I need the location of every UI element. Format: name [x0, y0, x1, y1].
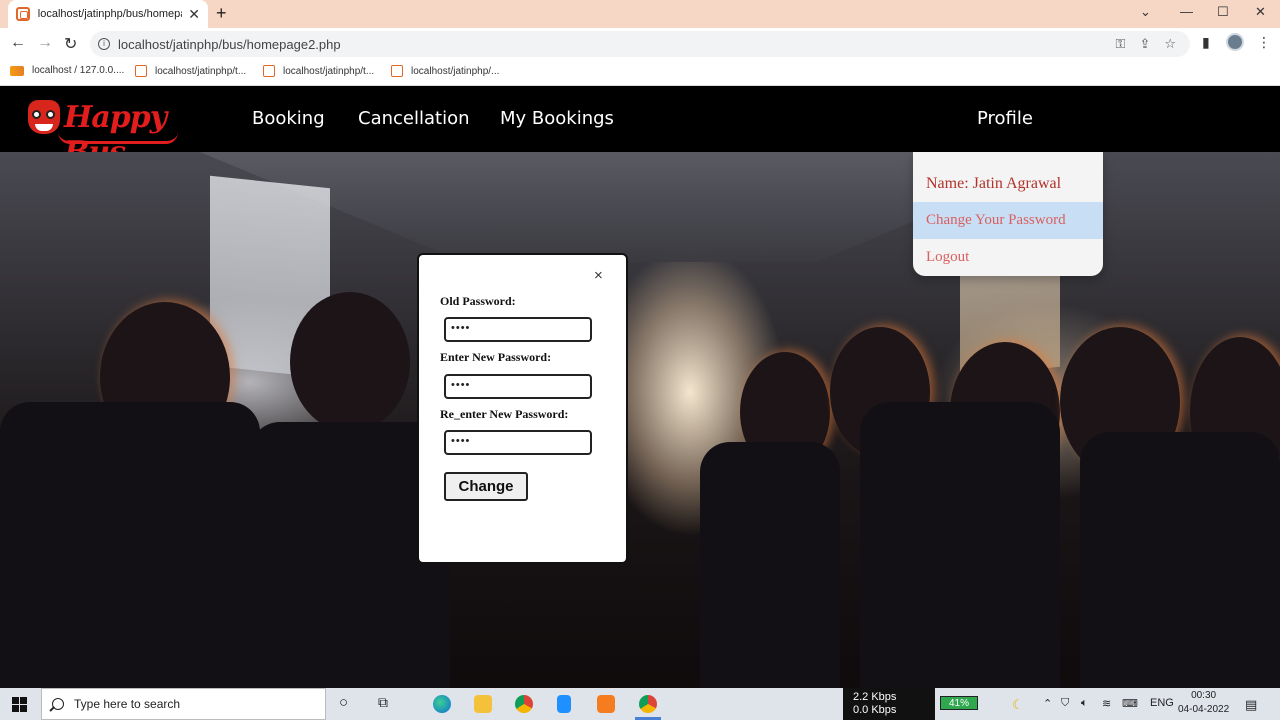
browser-tab[interactable]: localhost/jatinphp/bus/homepage ✕: [8, 0, 208, 28]
network-speed-widget: 2.2 Kbps 0.0 Kbps: [843, 688, 935, 720]
bookmark-label: localhost/jatinphp/t...: [283, 65, 375, 77]
cortana-icon[interactable]: ○: [339, 694, 348, 711]
menu-icon[interactable]: ⋮: [1257, 34, 1271, 51]
windows-start-icon[interactable]: [12, 697, 27, 712]
clock-date: 04-04-2022: [1178, 704, 1230, 715]
edge-icon[interactable]: [433, 695, 451, 713]
bookmark-label: localhost/jatinphp/...: [411, 65, 500, 77]
search-placeholder: Type here to search: [74, 697, 181, 711]
tab-title: localhost/jatinphp/bus/homepage: [37, 8, 183, 20]
change-button[interactable]: Change: [444, 472, 528, 501]
new-password-input[interactable]: ••••: [444, 374, 592, 399]
clock[interactable]: 00:30 04-04-2022: [1178, 689, 1229, 717]
new-tab-button[interactable]: +: [216, 3, 227, 24]
reenter-password-label: Re_enter New Password:: [440, 407, 569, 421]
tab-search-icon[interactable]: ⌄: [1140, 4, 1151, 20]
volume-icon[interactable]: 🔈︎: [1081, 697, 1088, 710]
xampp-icon: [263, 65, 275, 77]
close-tab-icon[interactable]: ✕: [188, 6, 200, 23]
url-text: localhost/jatinphp/bus/homepage2.php: [118, 36, 341, 52]
bookmark-item[interactable]: localhost/jatinphp/t...: [135, 65, 246, 77]
store-icon[interactable]: [557, 695, 571, 713]
address-bar[interactable]: i localhost/jatinphp/bus/homepage2.php ⚿…: [90, 31, 1190, 57]
key-icon[interactable]: ⚿: [1116, 36, 1126, 52]
site-info-icon[interactable]: i: [98, 38, 110, 50]
change-password-link[interactable]: Change Your Password: [913, 202, 1103, 239]
close-icon[interactable]: ×: [594, 268, 603, 283]
night-light-icon[interactable]: ☾: [1012, 697, 1024, 713]
chrome-active-icon[interactable]: [639, 695, 657, 713]
notifications-icon[interactable]: ▤: [1245, 697, 1257, 713]
net-up: 2.2 Kbps: [853, 691, 897, 703]
search-icon: [52, 698, 64, 710]
close-window-icon[interactable]: ✕: [1255, 4, 1266, 20]
battery-indicator[interactable]: 41%: [940, 696, 978, 710]
old-password-label: Old Password:: [440, 294, 516, 308]
forward-icon[interactable]: →: [37, 34, 53, 52]
profile-name: Name: Jatin Agrawal: [926, 174, 1062, 192]
language-indicator[interactable]: ENG: [1150, 697, 1174, 709]
taskbar-search[interactable]: Type here to search: [41, 688, 326, 720]
bookmark-item[interactable]: localhost/jatinphp/...: [391, 65, 499, 77]
reload-icon[interactable]: ↻: [64, 34, 77, 54]
xampp-icon[interactable]: [597, 695, 615, 713]
nav-booking[interactable]: Booking: [252, 108, 325, 129]
maximize-icon[interactable]: ☐: [1217, 4, 1229, 20]
nav-cancellation[interactable]: Cancellation: [358, 108, 470, 129]
minimize-icon[interactable]: —: [1180, 4, 1193, 19]
bookmarks-bar: localhost / 127.0.0.... localhost/jatinp…: [0, 60, 1280, 86]
wifi-icon[interactable]: ≋: [1102, 697, 1111, 710]
phpmyadmin-icon: [10, 65, 24, 76]
security-icon[interactable]: ⛉: [1061, 697, 1069, 710]
bookmark-label: localhost/jatinphp/t...: [155, 65, 247, 77]
browser-tab-bar: localhost/jatinphp/bus/homepage ✕ + ⌄ — …: [0, 0, 1280, 28]
bookmark-item[interactable]: localhost/jatinphp/t...: [263, 65, 374, 77]
bookmark-star-icon[interactable]: ☆: [1164, 36, 1176, 52]
happy-bus-logo[interactable]: Happy Bus: [28, 94, 208, 170]
chevron-up-icon[interactable]: ⌃: [1043, 697, 1052, 710]
address-toolbar: ← → ↻ i localhost/jatinphp/bus/homepage2…: [0, 28, 1280, 60]
net-down: 0.0 Kbps: [853, 704, 897, 716]
logout-link[interactable]: Logout: [913, 239, 1103, 276]
profile-avatar[interactable]: [1226, 33, 1244, 51]
clock-time: 00:30: [1191, 690, 1217, 701]
new-password-label: Enter New Password:: [440, 350, 552, 364]
bookmark-item[interactable]: localhost / 127.0.0....: [10, 65, 124, 76]
bookmark-label: localhost / 127.0.0....: [32, 65, 125, 76]
back-icon[interactable]: ←: [10, 34, 26, 52]
logo-swoosh: [58, 132, 178, 144]
site-navbar: Happy Bus Booking Cancellation My Bookin…: [0, 86, 1280, 170]
windows-taskbar: Type here to search ○ ⧉ 2.2 Kbps 0.0 Kbp…: [0, 688, 1280, 720]
nav-my-bookings[interactable]: My Bookings: [500, 108, 614, 129]
share-icon[interactable]: ⇪: [1139, 36, 1150, 52]
old-password-input[interactable]: ••••: [444, 317, 592, 342]
xampp-favicon-icon: [16, 7, 30, 21]
chrome-icon[interactable]: [515, 695, 533, 713]
task-view-icon[interactable]: ⧉: [378, 694, 388, 711]
logo-mascot-icon: [28, 100, 60, 134]
change-password-modal: × Old Password: •••• Enter New Password:…: [417, 253, 628, 564]
file-explorer-icon[interactable]: [474, 695, 492, 713]
xampp-icon: [391, 65, 403, 77]
profile-dropdown: Name: Jatin Agrawal Change Your Password…: [913, 152, 1103, 276]
side-panel-icon[interactable]: ▮: [1202, 34, 1210, 51]
keyboard-icon[interactable]: ⌨: [1122, 697, 1138, 710]
reenter-password-input[interactable]: ••••: [444, 430, 592, 455]
xampp-icon: [135, 65, 147, 77]
nav-profile[interactable]: Profile: [977, 108, 1033, 129]
